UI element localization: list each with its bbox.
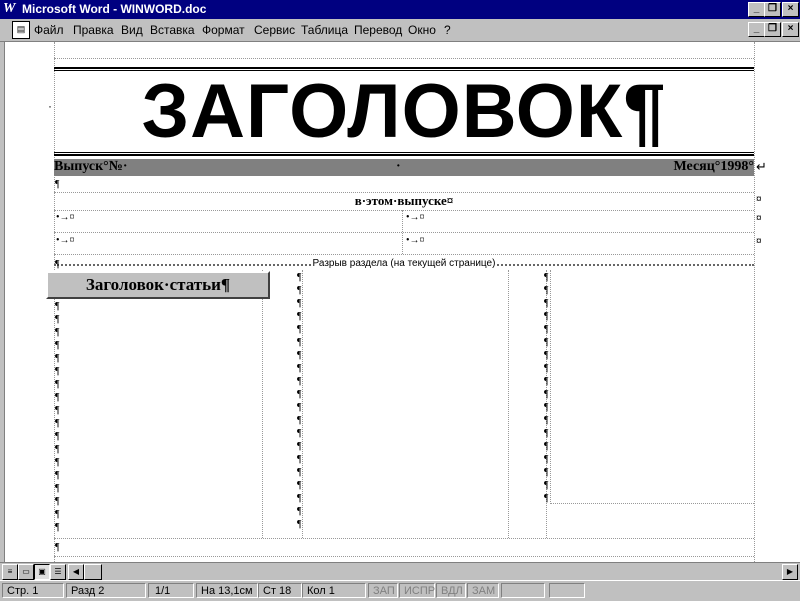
row-end-marker: ¤	[756, 213, 762, 224]
menu-window[interactable]: Окно	[408, 23, 436, 37]
menu-file[interactable]: Файл	[34, 23, 64, 37]
doc-close-button[interactable]: ×	[782, 22, 799, 37]
menu-tools[interactable]: Сервис	[254, 23, 295, 37]
menu-table[interactable]: Таблица	[301, 23, 348, 37]
document-icon[interactable]: ▤	[12, 21, 30, 39]
outline-view-icon[interactable]: ☰	[50, 564, 66, 580]
close-button[interactable]: ×	[782, 2, 799, 17]
in-this-issue-heading[interactable]: в·этом·выпуске¤	[54, 193, 754, 209]
status-track-changes[interactable]: ИСПР	[399, 583, 435, 598]
status-column[interactable]: Кол 1	[302, 583, 366, 598]
textbox-left-guide	[550, 270, 551, 504]
line-break-mark: ↵	[756, 159, 767, 174]
title-bottom-rule	[54, 154, 754, 156]
issue-separator: ·	[396, 159, 401, 174]
status-spelling[interactable]	[501, 583, 545, 598]
bottom-margin-guide	[54, 556, 754, 557]
doc-minimize-button[interactable]: _	[748, 22, 765, 37]
scroll-thumb[interactable]	[84, 564, 102, 580]
paragraph-mark: ¶	[55, 179, 60, 190]
menu-format[interactable]: Формат	[202, 23, 245, 37]
online-view-icon[interactable]: ▭	[18, 564, 34, 580]
status-line[interactable]: Ст 18	[258, 583, 302, 598]
status-bar: Стр. 1 Разд 2 1/1 На 13,1см Ст 18 Кол 1 …	[0, 580, 800, 601]
column-2-left-guide	[302, 270, 303, 538]
table-row-border-1	[54, 210, 754, 211]
row-end-marker: ¤	[756, 194, 762, 205]
status-overtype[interactable]: ЗАМ	[467, 583, 499, 598]
table-cell-bullet[interactable]: •→¤	[56, 212, 75, 223]
table-cell-bullet[interactable]: •→¤	[406, 235, 425, 246]
window-title: Microsoft Word - WINWORD.doc	[22, 2, 207, 16]
table-row-border-2	[54, 232, 754, 233]
table-column-border	[402, 210, 403, 254]
article-heading[interactable]: Заголовок·статьи¶	[46, 271, 270, 299]
left-dot-marker: ·	[48, 99, 52, 113]
menu-help[interactable]: ?	[444, 23, 451, 37]
status-section[interactable]: Разд 2	[66, 583, 146, 598]
title-bottom-rule-thin	[54, 152, 754, 153]
row-end-marker: ¤	[756, 236, 762, 247]
column-3-paragraph-marks: ¶ ¶ ¶ ¶ ¶ ¶ ¶ ¶ ¶ ¶ ¶ ¶ ¶ ¶ ¶ ¶ ¶ ¶	[544, 272, 549, 504]
status-pages[interactable]: 1/1	[148, 583, 194, 598]
column-2-paragraph-marks: ¶ ¶ ¶ ¶ ¶ ¶ ¶ ¶ ¶ ¶ ¶ ¶ ¶ ¶ ¶ ¶ ¶ ¶ ¶ ¶	[297, 272, 302, 530]
column-1-paragraph-marks: ¶ ¶ ¶ ¶ ¶ ¶ ¶ ¶ ¶ ¶ ¶ ¶ ¶ ¶ ¶ ¶ ¶ ¶	[55, 301, 60, 533]
scroll-right-icon[interactable]: ▶	[782, 564, 798, 580]
word-app-icon[interactable]: W	[3, 1, 19, 17]
textbox-bottom-guide	[550, 503, 754, 504]
status-page[interactable]: Стр. 1	[2, 583, 64, 598]
page-left-edge	[0, 42, 5, 562]
minimize-button[interactable]: _	[748, 2, 765, 17]
restore-button[interactable]: ❐	[764, 2, 781, 17]
top-margin-guide	[54, 58, 754, 59]
status-position[interactable]: На 13,1см	[196, 583, 258, 598]
status-record[interactable]: ЗАП	[368, 583, 398, 598]
column-2-right-guide	[508, 270, 509, 538]
paragraph-mark: ¶	[55, 259, 60, 270]
scroll-left-icon[interactable]: ◀	[68, 564, 84, 580]
table-row-border-3	[54, 254, 754, 255]
paragraph-mark: ¶	[55, 542, 60, 553]
normal-view-icon[interactable]: ≡	[2, 564, 18, 580]
menu-translate[interactable]: Перевод	[354, 23, 402, 37]
issue-number: Выпуск°№·	[54, 159, 128, 174]
menu-edit[interactable]: Правка	[73, 23, 114, 37]
issue-bar[interactable]: Выпуск°№· · Месяц°1998°	[54, 159, 754, 176]
table-cell-bullet[interactable]: •→¤	[406, 212, 425, 223]
status-extend[interactable]: ВДЛ	[436, 583, 466, 598]
masthead-title[interactable]: ЗАГОЛОВОК¶	[55, 70, 753, 154]
menu-insert[interactable]: Вставка	[150, 23, 195, 37]
menu-bar: ▤ Файл Правка Вид Вставка Формат Сервис …	[0, 19, 800, 42]
issue-month-year: Месяц°1998°	[673, 159, 754, 174]
section-break-label: Разрыв раздела (на текущей странице)	[310, 258, 498, 269]
page-layout-view-icon[interactable]: ▣	[34, 564, 50, 580]
right-margin-guide	[754, 42, 755, 562]
table-cell-bullet[interactable]: •→¤	[56, 235, 75, 246]
horizontal-scrollbar[interactable]: ≡ ▭ ▣ ☰ ◀ ▶	[0, 562, 800, 580]
column-1-right-guide	[262, 270, 263, 538]
columns-bottom-guide	[54, 538, 754, 539]
menu-view[interactable]: Вид	[121, 23, 143, 37]
status-extra[interactable]	[549, 583, 585, 598]
doc-restore-button[interactable]: ❐	[764, 22, 781, 37]
section-break: Разрыв раздела (на текущей странице)	[54, 258, 754, 270]
title-bar[interactable]: W Microsoft Word - WINWORD.doc _ ❐ ×	[0, 0, 800, 19]
